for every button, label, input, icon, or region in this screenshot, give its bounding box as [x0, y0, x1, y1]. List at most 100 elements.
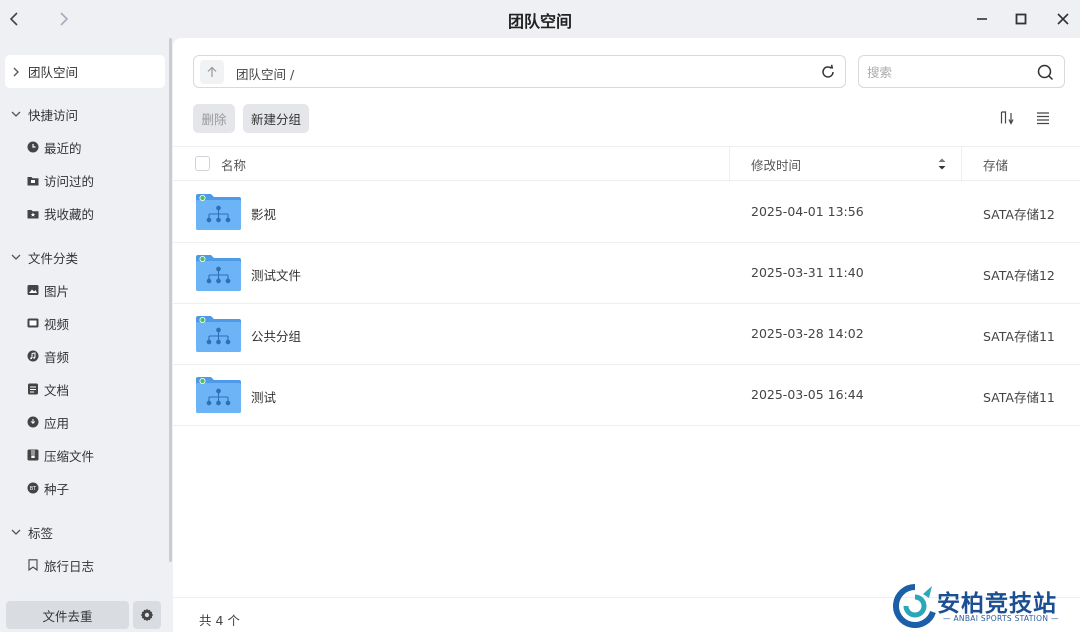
- file-modified: 2025-03-05 16:44: [751, 387, 864, 402]
- list-view-button[interactable]: [1034, 109, 1052, 127]
- new-group-button[interactable]: 新建分组: [243, 104, 309, 133]
- file-name[interactable]: 影视: [251, 204, 276, 223]
- section-label: 快捷访问: [28, 107, 79, 123]
- sidebar-footer: 文件去重: [5, 601, 165, 631]
- group-folder-icon: [196, 255, 241, 291]
- sidebar-item-label: 文档: [44, 382, 70, 398]
- image-icon: [27, 284, 39, 296]
- search-box[interactable]: [858, 55, 1065, 88]
- music-icon: [27, 350, 39, 362]
- torrent-icon: BT: [27, 482, 39, 494]
- maximize-icon: [1015, 13, 1027, 25]
- sidebar-item-label: 种子: [44, 481, 70, 497]
- star-folder-icon: [27, 207, 39, 219]
- sidebar-item-label: 视频: [44, 316, 70, 332]
- file-name[interactable]: 测试: [251, 387, 276, 406]
- table-row[interactable]: 测试文件 2025-03-31 11:40 SATA存储12: [173, 243, 1080, 304]
- table-row[interactable]: 测试 2025-03-05 16:44 SATA存储11: [173, 365, 1080, 426]
- path-breadcrumb[interactable]: 团队空间 /: [236, 64, 294, 83]
- sort-toggle-icon[interactable]: [937, 156, 947, 172]
- sidebar-item-images[interactable]: 图片: [0, 275, 170, 305]
- group-folder-icon: [196, 194, 241, 230]
- minimize-button[interactable]: [971, 8, 993, 30]
- document-icon: [27, 383, 39, 395]
- sidebar: 团队空间 快捷访问 最近的 访问过的 我收藏的 文件分类 图片 视频 音频 文档…: [0, 38, 172, 632]
- section-tags[interactable]: 标签: [0, 517, 170, 547]
- arrow-up-icon: [207, 66, 217, 77]
- chevron-down-icon: [9, 250, 23, 264]
- item-count: 共 4 个: [199, 613, 240, 628]
- gear-icon: [140, 608, 154, 622]
- file-modified: 2025-03-31 11:40: [751, 265, 864, 280]
- close-icon: [1057, 13, 1069, 25]
- sidebar-item-torrents[interactable]: BT 种子: [0, 473, 170, 503]
- file-storage: SATA存储11: [983, 390, 1055, 405]
- search-button[interactable]: [1036, 63, 1054, 81]
- watermark-logo: 安柏竞技站 — ANBAI SPORTS STATION —: [892, 584, 1073, 630]
- sidebar-item-label: 音频: [44, 349, 70, 365]
- parent-folder-button[interactable]: [200, 60, 224, 84]
- table-header: 名称 修改时间 存储: [173, 146, 1080, 182]
- column-header-storage[interactable]: 存储: [983, 155, 1008, 174]
- file-modified: 2025-04-01 13:56: [751, 204, 864, 219]
- refresh-icon: [822, 64, 834, 78]
- table-row[interactable]: 公共分组 2025-03-28 14:02 SATA存储11: [173, 304, 1080, 365]
- section-label: 标签: [28, 525, 54, 541]
- sidebar-item-visited[interactable]: 访问过的: [0, 165, 170, 195]
- sidebar-item-team-space[interactable]: 团队空间: [5, 55, 165, 88]
- bookmark-icon: [27, 559, 39, 571]
- sidebar-item-archives[interactable]: 压缩文件: [0, 440, 170, 470]
- path-bar[interactable]: 团队空间 /: [193, 55, 846, 88]
- minimize-icon: [977, 18, 987, 20]
- sort-icon: [1000, 111, 1014, 125]
- sidebar-item-audio[interactable]: 音频: [0, 341, 170, 371]
- select-all-checkbox[interactable]: [195, 156, 210, 171]
- sidebar-item-label: 应用: [44, 415, 70, 431]
- window-title: 团队空间: [507, 12, 572, 31]
- maximize-button[interactable]: [1010, 8, 1032, 30]
- title-bar: 团队空间: [0, 0, 1080, 38]
- sidebar-item-label: 图片: [44, 283, 70, 299]
- sidebar-item-videos[interactable]: 视频: [0, 308, 170, 338]
- section-file-types[interactable]: 文件分类: [0, 242, 170, 272]
- refresh-button[interactable]: [819, 63, 837, 81]
- delete-button[interactable]: 删除: [193, 104, 235, 133]
- column-divider[interactable]: [729, 147, 730, 182]
- back-button[interactable]: [4, 8, 26, 30]
- sort-button[interactable]: [998, 109, 1016, 127]
- search-input[interactable]: [867, 62, 1027, 82]
- column-header-modified[interactable]: 修改时间: [751, 155, 801, 174]
- column-divider[interactable]: [961, 147, 962, 182]
- sidebar-item-label: 旅行日志: [44, 558, 95, 574]
- video-icon: [27, 317, 39, 329]
- file-name[interactable]: 公共分组: [251, 326, 301, 345]
- watermark-emblem-icon: [892, 584, 936, 628]
- sidebar-item-apps[interactable]: 应用: [0, 407, 170, 437]
- sidebar-item-label: 团队空间: [28, 65, 79, 80]
- section-quick-access[interactable]: 快捷访问: [0, 99, 170, 129]
- section-label: 文件分类: [28, 250, 79, 266]
- sidebar-scrollbar[interactable]: [169, 38, 172, 562]
- settings-button[interactable]: [133, 601, 161, 629]
- forward-button[interactable]: [52, 8, 74, 30]
- sidebar-item-recent[interactable]: 最近的: [0, 132, 170, 162]
- close-button[interactable]: [1052, 8, 1074, 30]
- sidebar-item-documents[interactable]: 文档: [0, 374, 170, 404]
- file-name[interactable]: 测试文件: [251, 265, 301, 284]
- app-icon: [27, 416, 39, 428]
- search-icon: [1037, 64, 1053, 80]
- sidebar-item-label: 最近的: [44, 140, 82, 156]
- column-header-name[interactable]: 名称: [221, 155, 246, 174]
- group-folder-icon: [196, 377, 241, 413]
- file-modified: 2025-03-28 14:02: [751, 326, 864, 341]
- sidebar-item-favorites[interactable]: 我收藏的: [0, 198, 170, 228]
- archive-icon: [27, 449, 39, 461]
- list-view-icon: [1037, 112, 1049, 125]
- file-storage: SATA存储11: [983, 329, 1055, 344]
- file-dedupe-button[interactable]: 文件去重: [6, 601, 129, 629]
- file-storage: SATA存储12: [983, 268, 1055, 283]
- group-folder-icon: [196, 316, 241, 352]
- chevron-down-icon: [9, 107, 23, 121]
- sidebar-item-tag-travel[interactable]: 旅行日志: [0, 550, 170, 580]
- table-row[interactable]: 影视 2025-04-01 13:56 SATA存储12: [173, 182, 1080, 243]
